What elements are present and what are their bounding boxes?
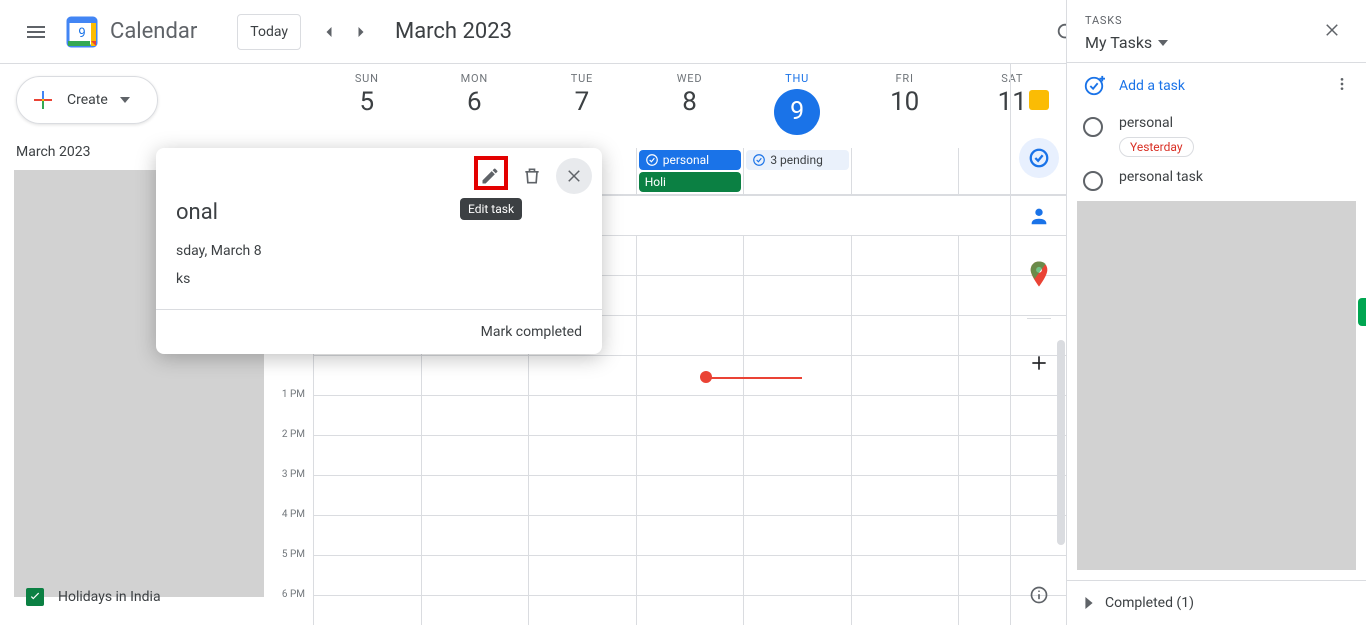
- task-details-popup: onal sday, March 8 ks Mark completed: [156, 148, 602, 354]
- chevron-down-icon: [120, 97, 130, 103]
- trash-icon: [522, 166, 542, 186]
- close-popup-button[interactable]: [556, 158, 592, 194]
- chip-label: 3 pending: [770, 153, 823, 167]
- tasks-list-name: My Tasks: [1085, 33, 1152, 52]
- completed-label: Completed (1): [1105, 595, 1194, 611]
- day-of-week: TUE: [528, 72, 636, 85]
- prev-week-button[interactable]: [313, 16, 345, 48]
- day-number: 6: [421, 87, 529, 117]
- day-of-week: MON: [421, 72, 529, 85]
- close-icon: [565, 167, 583, 185]
- task-complete-circle[interactable]: [1083, 171, 1103, 191]
- chip-label: Holi: [645, 175, 666, 189]
- keep-icon[interactable]: [1019, 80, 1059, 120]
- pending-chip[interactable]: 3 pending: [746, 150, 849, 170]
- edit-task-button[interactable]: [472, 158, 508, 194]
- hour-label: 6 PM: [256, 589, 313, 625]
- tasks-masked-area: [1077, 201, 1356, 570]
- task-item[interactable]: personal Yesterday: [1067, 109, 1366, 163]
- today-button[interactable]: Today: [237, 14, 301, 50]
- panel-drag-handle[interactable]: [1358, 298, 1366, 326]
- hour-label: 5 PM: [256, 549, 313, 589]
- day-of-week: SUN: [313, 72, 421, 85]
- day-number: 10: [851, 87, 959, 117]
- day-header[interactable]: FRI 10: [851, 64, 959, 148]
- calendar-logo-icon: 9: [62, 12, 102, 52]
- more-icon[interactable]: [1334, 76, 1350, 96]
- chevron-right-icon: [1083, 597, 1095, 609]
- task-name: personal task: [1119, 169, 1203, 185]
- event-chip[interactable]: Holi: [639, 172, 742, 192]
- day-of-week: FRI: [851, 72, 959, 85]
- hamburger-menu-icon[interactable]: [16, 12, 56, 52]
- day-header-row: SUN 5 MON 6 TUE 7 WED 8 THU 9 FRI 10 SAT…: [256, 64, 1066, 148]
- calendar-list-item[interactable]: Holidays in India: [26, 588, 161, 606]
- pencil-icon: [480, 166, 500, 186]
- task-complete-circle[interactable]: [1083, 117, 1103, 137]
- day-number: 7: [528, 87, 636, 117]
- task-name: personal: [1119, 115, 1194, 131]
- chevron-down-icon: [1158, 40, 1168, 46]
- add-task-button[interactable]: Add a task: [1083, 75, 1185, 97]
- chip-label: personal: [663, 153, 709, 167]
- day-header[interactable]: SUN 5: [313, 64, 421, 148]
- calendar-list-label: Holidays in India: [58, 589, 161, 605]
- maps-icon[interactable]: [1019, 254, 1059, 294]
- day-header[interactable]: WED 8: [636, 64, 744, 148]
- due-badge: Yesterday: [1119, 137, 1194, 157]
- now-indicator-dot: [700, 371, 712, 383]
- tooltip: Edit task: [460, 198, 522, 220]
- day-header[interactable]: MON 6: [421, 64, 529, 148]
- plus-icon: [31, 88, 55, 112]
- day-number: 9: [774, 89, 820, 135]
- tasks-list-select[interactable]: My Tasks: [1085, 33, 1168, 52]
- hour-label: 2 PM: [256, 429, 313, 469]
- tasks-panel: TASKS My Tasks Add a task personal Yeste…: [1066, 0, 1366, 625]
- popup-date: sday, March 8: [156, 243, 602, 259]
- checkbox-checked-icon[interactable]: [26, 588, 44, 606]
- close-panel-icon[interactable]: [1316, 14, 1348, 46]
- day-of-week: THU: [743, 72, 851, 85]
- create-button[interactable]: Create: [16, 76, 158, 124]
- hour-label: 4 PM: [256, 509, 313, 549]
- delete-task-button[interactable]: [514, 158, 550, 194]
- day-header-today[interactable]: THU 9: [743, 64, 851, 148]
- current-range-label: March 2023: [395, 19, 512, 44]
- mark-completed-button[interactable]: Mark completed: [156, 309, 602, 354]
- tasks-icon[interactable]: [1019, 138, 1059, 178]
- completed-toggle[interactable]: Completed (1): [1067, 580, 1366, 625]
- hour-label: 1 PM: [256, 389, 313, 429]
- add-addon-icon[interactable]: [1019, 343, 1059, 383]
- svg-text:9: 9: [78, 26, 85, 41]
- create-button-label: Create: [67, 92, 108, 108]
- popup-list: ks: [156, 271, 602, 287]
- contacts-icon[interactable]: [1019, 196, 1059, 236]
- tasks-panel-label: TASKS: [1085, 14, 1168, 27]
- task-chip[interactable]: personal: [639, 150, 742, 170]
- task-item[interactable]: personal task: [1067, 163, 1366, 197]
- next-week-button[interactable]: [345, 16, 377, 48]
- day-of-week: WED: [636, 72, 744, 85]
- day-header[interactable]: TUE 7: [528, 64, 636, 148]
- popup-title: onal: [156, 200, 602, 225]
- hour-label: 3 PM: [256, 469, 313, 509]
- now-indicator-line: [704, 377, 802, 379]
- add-task-label: Add a task: [1119, 78, 1185, 94]
- task-check-icon: [645, 153, 659, 167]
- day-number: 8: [636, 87, 744, 117]
- day-number: 5: [313, 87, 421, 117]
- add-task-icon: [1083, 75, 1105, 97]
- task-check-icon: [752, 153, 766, 167]
- side-panel-rail: [1010, 64, 1066, 625]
- app-title: Calendar: [110, 19, 197, 44]
- info-icon[interactable]: [1019, 575, 1059, 615]
